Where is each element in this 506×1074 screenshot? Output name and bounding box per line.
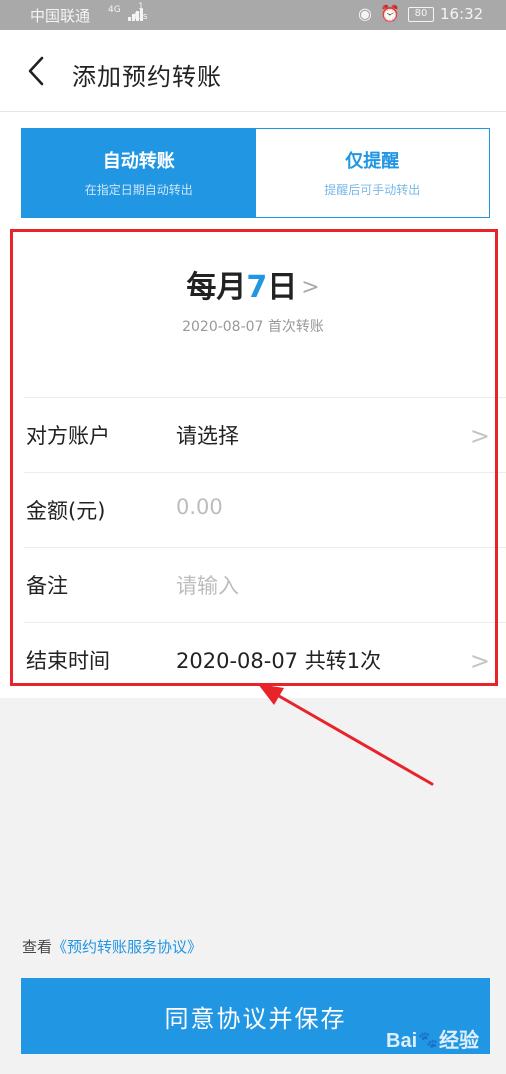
schedule-day: 7	[246, 270, 268, 305]
agreement-link[interactable]: 《预约转账服务协议》	[52, 938, 202, 956]
status-bar: 中国联通 4G 1 K/s ◉ ⏰ 80 16:32	[0, 0, 506, 30]
amount-label: 金额(元)	[26, 499, 106, 523]
network-type: 4G	[108, 5, 121, 15]
remark-input[interactable]: 请输入	[176, 570, 239, 600]
main-content: 自动转账 在指定日期自动转出 仅提醒 提醒后可手动转出 每月7日 > 2020-0…	[0, 112, 506, 698]
account-row[interactable]: 对方账户 请选择 >	[24, 397, 506, 472]
mode-title: 自动转账	[102, 151, 175, 172]
amount-row[interactable]: 金额(元) 0.00	[24, 472, 506, 547]
chevron-right-icon: >	[469, 647, 490, 675]
schedule-prefix: 每月	[186, 270, 247, 305]
mode-reminder-only[interactable]: 仅提醒 提醒后可手动转出	[255, 129, 489, 217]
carrier-name: 中国联通	[30, 7, 91, 25]
remark-label: 备注	[26, 574, 68, 598]
schedule-selector[interactable]: 每月7日 >	[186, 262, 319, 306]
mode-subtitle: 在指定日期自动转出	[84, 183, 193, 197]
alarm-icon: ⏰	[380, 4, 400, 23]
chevron-right-icon: >	[301, 275, 320, 300]
end-time-value: 2020-08-07 共转1次	[176, 649, 382, 673]
transfer-mode-switch: 自动转账 在指定日期自动转出 仅提醒 提醒后可手动转出	[21, 128, 490, 218]
page-title: 添加预约转账	[72, 63, 222, 91]
account-value: 请选择	[176, 424, 239, 448]
network-speed: 1 K/s	[134, 2, 148, 22]
transfer-form: 对方账户 请选择 > 金额(元) 0.00 备注 请输入 结束时间 2020-0…	[0, 397, 506, 697]
watermark-right: 经验	[439, 1030, 480, 1052]
clock: 16:32	[440, 5, 484, 23]
speed-unit: K/s	[134, 12, 148, 22]
schedule-section: 每月7日 > 2020-08-07 首次转账	[0, 262, 506, 336]
battery-icon: 80	[408, 7, 434, 22]
eye-comfort-icon: ◉	[358, 4, 372, 23]
battery-level: 80	[414, 8, 428, 19]
account-label: 对方账户	[26, 424, 110, 448]
annotation-arrow-icon	[258, 684, 434, 786]
mode-auto-transfer[interactable]: 自动转账 在指定日期自动转出	[22, 129, 256, 217]
first-transfer-date: 2020-08-07 首次转账	[182, 319, 324, 335]
paw-icon: 🐾	[418, 1032, 439, 1049]
agreement-prefix: 查看	[22, 938, 53, 956]
baidu-watermark: Bai🐾经验	[386, 1024, 479, 1053]
remark-row[interactable]: 备注 请输入	[24, 547, 506, 622]
amount-input[interactable]: 0.00	[176, 495, 223, 519]
back-icon[interactable]	[22, 54, 52, 88]
schedule-suffix: 日	[267, 270, 298, 305]
chevron-right-icon: >	[469, 422, 490, 450]
agreement-text: 查看《预约转账服务协议》	[22, 936, 202, 957]
header: 添加预约转账	[0, 30, 506, 112]
mode-subtitle: 提醒后可手动转出	[324, 183, 421, 197]
mode-title: 仅提醒	[345, 151, 400, 172]
speed-value: 1	[137, 2, 144, 12]
end-time-label: 结束时间	[26, 649, 110, 673]
watermark-left: Bai	[386, 1030, 418, 1052]
